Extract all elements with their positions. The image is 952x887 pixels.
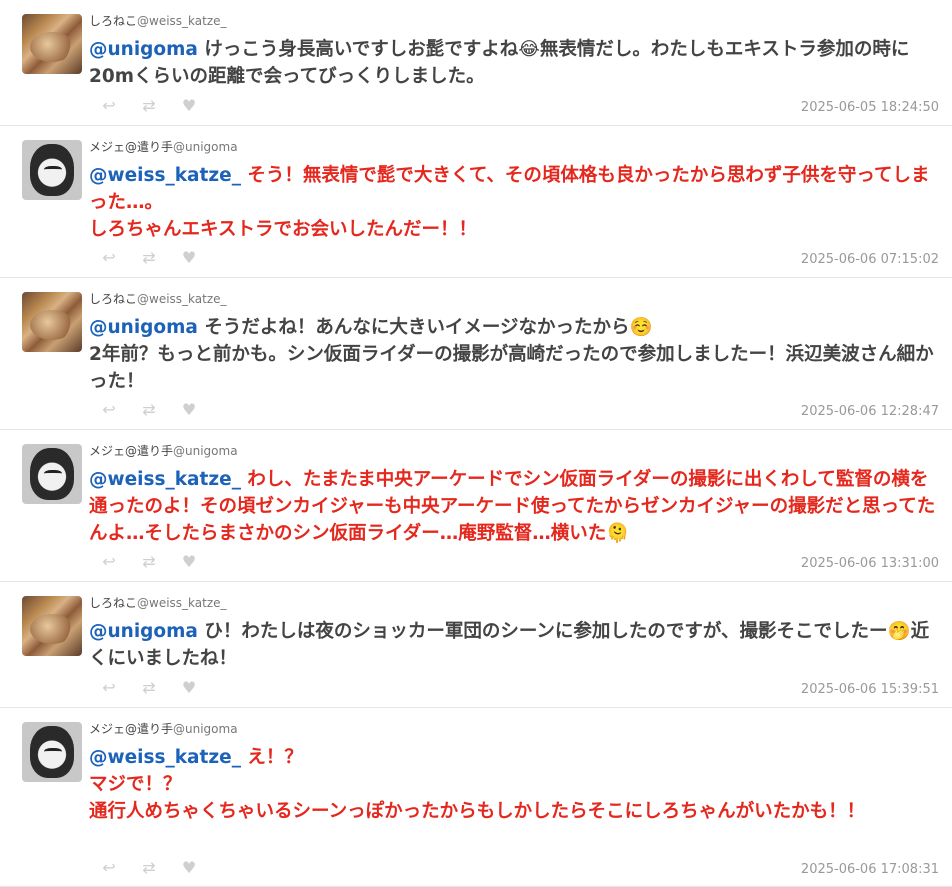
author-handle[interactable]: @weiss_katze_ bbox=[137, 14, 227, 28]
tweet-body: ひ！わたしは夜のショッカー軍団のシーンに参加したのですが、撮影そこでしたー🤭近く… bbox=[89, 621, 930, 669]
mention-link[interactable]: @weiss_katze_ bbox=[89, 747, 241, 768]
author-handle[interactable]: @unigoma bbox=[173, 444, 238, 458]
timestamp[interactable]: 2025-06-06 07:15:02 bbox=[801, 252, 939, 267]
heart-icon[interactable]: ♥ bbox=[180, 248, 198, 267]
timestamp[interactable]: 2025-06-06 12:28:47 bbox=[801, 404, 939, 419]
tweet: しろねこ@weiss_katze_ @unigoma そうだよね！あんなに大きい… bbox=[0, 278, 952, 430]
mention-link[interactable]: @unigoma bbox=[89, 621, 198, 642]
tweet-meta: メジェ@遣り手@unigoma bbox=[89, 720, 238, 737]
reply-icon[interactable]: ↩ bbox=[100, 552, 118, 571]
heart-icon[interactable]: ♥ bbox=[180, 678, 198, 697]
heart-icon[interactable]: ♥ bbox=[180, 96, 198, 115]
author-name[interactable]: メジェ@遣り手 bbox=[89, 722, 173, 736]
tweet-body: けっこう身長高いですしお髭ですよね😂無表情だし。わたしもエキストラ参加の時に20… bbox=[89, 39, 910, 87]
author-name[interactable]: メジェ@遣り手 bbox=[89, 444, 173, 458]
avatar[interactable] bbox=[22, 292, 82, 352]
retweet-icon[interactable]: ⇄ bbox=[140, 552, 158, 571]
tweet-actions: ↩ ⇄ ♥ bbox=[100, 858, 198, 877]
tweet-meta: しろねこ@weiss_katze_ bbox=[89, 12, 227, 29]
author-handle[interactable]: @weiss_katze_ bbox=[137, 292, 227, 306]
tweet-body: そうだよね！あんなに大きいイメージなかったから☺️ 2年前？もっと前かも。シン仮… bbox=[89, 317, 934, 392]
retweet-icon[interactable]: ⇄ bbox=[140, 678, 158, 697]
author-name[interactable]: しろねこ bbox=[89, 292, 137, 306]
tweet: メジェ@遣り手@unigoma @weiss_katze_ わし、たまたま中央ア… bbox=[0, 430, 952, 582]
tweet-text: @unigoma そうだよね！あんなに大きいイメージなかったから☺️ 2年前？も… bbox=[89, 314, 939, 395]
tweet-actions: ↩ ⇄ ♥ bbox=[100, 678, 198, 697]
mention-link[interactable]: @unigoma bbox=[89, 317, 198, 338]
author-name[interactable]: メジェ@遣り手 bbox=[89, 140, 173, 154]
tweet-text: @weiss_katze_ え！？ マジで！？ 通行人めちゃくちゃいるシーンっぽ… bbox=[89, 744, 939, 825]
reply-icon[interactable]: ↩ bbox=[100, 858, 118, 877]
mention-link[interactable]: @weiss_katze_ bbox=[89, 165, 241, 186]
author-handle[interactable]: @unigoma bbox=[173, 722, 238, 736]
heart-icon[interactable]: ♥ bbox=[180, 400, 198, 419]
avatar[interactable] bbox=[22, 596, 82, 656]
author-handle[interactable]: @weiss_katze_ bbox=[137, 596, 227, 610]
author-name[interactable]: しろねこ bbox=[89, 596, 137, 610]
tweet-actions: ↩ ⇄ ♥ bbox=[100, 552, 198, 571]
tweet-meta: メジェ@遣り手@unigoma bbox=[89, 442, 238, 459]
heart-icon[interactable]: ♥ bbox=[180, 858, 198, 877]
heart-icon[interactable]: ♥ bbox=[180, 552, 198, 571]
timestamp[interactable]: 2025-06-05 18:24:50 bbox=[801, 100, 939, 115]
tweet-actions: ↩ ⇄ ♥ bbox=[100, 248, 198, 267]
retweet-icon[interactable]: ⇄ bbox=[140, 858, 158, 877]
tweet-meta: しろねこ@weiss_katze_ bbox=[89, 594, 227, 611]
avatar[interactable] bbox=[22, 444, 82, 504]
mention-link[interactable]: @unigoma bbox=[89, 39, 198, 60]
mention-link[interactable]: @weiss_katze_ bbox=[89, 469, 241, 490]
timestamp[interactable]: 2025-06-06 17:08:31 bbox=[801, 862, 939, 877]
conversation-thread: しろねこ@weiss_katze_ @unigoma けっこう身長高いですしお髭… bbox=[0, 0, 952, 887]
retweet-icon[interactable]: ⇄ bbox=[140, 248, 158, 267]
author-name[interactable]: しろねこ bbox=[89, 14, 137, 28]
reply-icon[interactable]: ↩ bbox=[100, 400, 118, 419]
timestamp[interactable]: 2025-06-06 15:39:51 bbox=[801, 682, 939, 697]
avatar[interactable] bbox=[22, 722, 82, 782]
tweet-actions: ↩ ⇄ ♥ bbox=[100, 96, 198, 115]
tweet: しろねこ@weiss_katze_ @unigoma けっこう身長高いですしお髭… bbox=[0, 0, 952, 126]
tweet-meta: メジェ@遣り手@unigoma bbox=[89, 138, 238, 155]
tweet-text: @unigoma けっこう身長高いですしお髭ですよね😂無表情だし。わたしもエキス… bbox=[89, 36, 939, 90]
tweet-text: @unigoma ひ！わたしは夜のショッカー軍団のシーンに参加したのですが、撮影… bbox=[89, 618, 939, 672]
avatar[interactable] bbox=[22, 140, 82, 200]
author-handle[interactable]: @unigoma bbox=[173, 140, 238, 154]
retweet-icon[interactable]: ⇄ bbox=[140, 400, 158, 419]
tweet-actions: ↩ ⇄ ♥ bbox=[100, 400, 198, 419]
reply-icon[interactable]: ↩ bbox=[100, 96, 118, 115]
tweet: メジェ@遣り手@unigoma @weiss_katze_ そう！無表情で髭で大… bbox=[0, 126, 952, 278]
reply-icon[interactable]: ↩ bbox=[100, 248, 118, 267]
avatar[interactable] bbox=[22, 14, 82, 74]
retweet-icon[interactable]: ⇄ bbox=[140, 96, 158, 115]
tweet-meta: しろねこ@weiss_katze_ bbox=[89, 290, 227, 307]
tweet: メジェ@遣り手@unigoma @weiss_katze_ え！？ マジで！？ … bbox=[0, 708, 952, 887]
tweet-text: @weiss_katze_ そう！無表情で髭で大きくて、その頃体格も良かったから… bbox=[89, 162, 939, 243]
tweet-text: @weiss_katze_ わし、たまたま中央アーケードでシン仮面ライダーの撮影… bbox=[89, 466, 939, 547]
timestamp[interactable]: 2025-06-06 13:31:00 bbox=[801, 556, 939, 571]
tweet: しろねこ@weiss_katze_ @unigoma ひ！わたしは夜のショッカー… bbox=[0, 582, 952, 708]
reply-icon[interactable]: ↩ bbox=[100, 678, 118, 697]
